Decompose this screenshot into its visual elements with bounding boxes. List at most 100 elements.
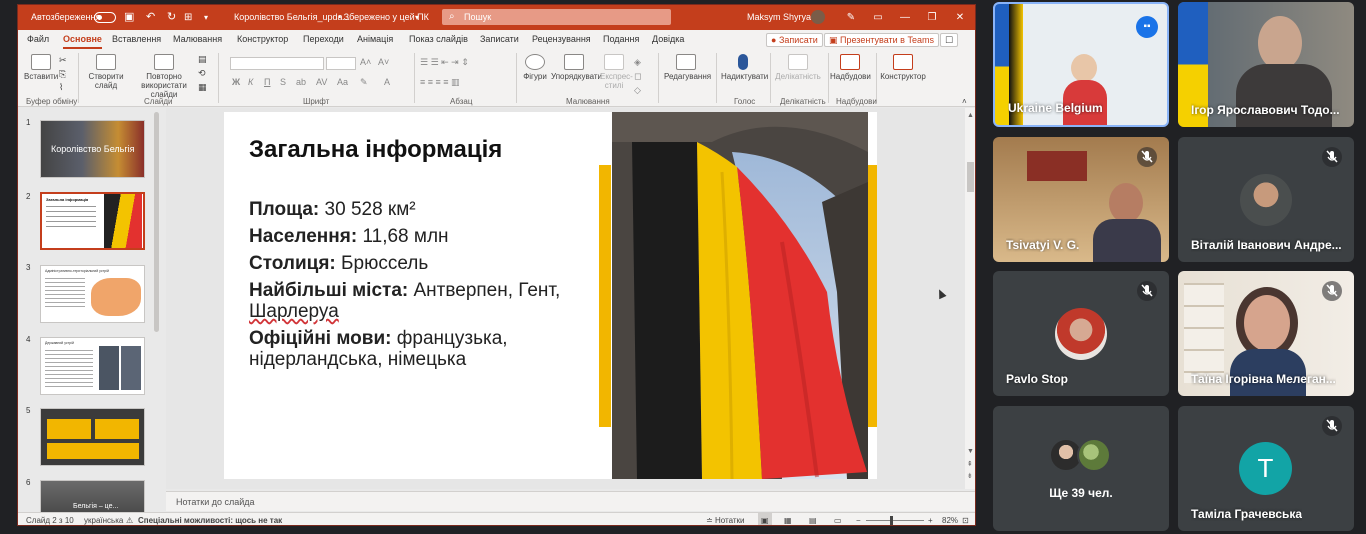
- present-in-teams-button[interactable]: ▣ Презентувати в Teams: [824, 33, 939, 47]
- slide-thumbnail-4[interactable]: Державний устрій: [40, 337, 145, 395]
- autosave-toggle[interactable]: [94, 12, 116, 23]
- tab-animations[interactable]: Анімація: [357, 30, 393, 49]
- addins-button[interactable]: Надбудови: [830, 54, 871, 81]
- scroll-down-icon[interactable]: ▼: [967, 448, 974, 455]
- participant-tile[interactable]: ▪▪ Ukraine Belgium: [993, 2, 1169, 127]
- zoom-out-icon[interactable]: −: [856, 513, 861, 525]
- font-name-select[interactable]: [230, 57, 324, 70]
- language-status[interactable]: українська: [84, 513, 123, 525]
- shape-fill-icon[interactable]: ◈: [634, 57, 641, 68]
- slide-thumbnail-5[interactable]: [40, 408, 145, 466]
- fit-slide-icon[interactable]: ⊡: [962, 513, 969, 525]
- strikethrough-icon[interactable]: S: [280, 77, 286, 87]
- participant-tile[interactable]: Pavlo Stop: [993, 271, 1169, 396]
- highlight-icon[interactable]: ✎: [360, 77, 368, 88]
- more-participants-tile[interactable]: Ще 39 чел.: [993, 406, 1169, 531]
- accessibility-status[interactable]: Спеціальні можливості: щось не так: [138, 513, 282, 525]
- zoom-slider-thumb[interactable]: [890, 516, 893, 525]
- scroll-up-icon[interactable]: ▲: [967, 112, 974, 119]
- scroll-thumb[interactable]: [967, 162, 974, 192]
- normal-view-icon[interactable]: ▣: [758, 513, 772, 525]
- decrease-font-icon[interactable]: A˅: [378, 57, 389, 67]
- spacing-icon[interactable]: AV: [316, 77, 327, 87]
- section-icon[interactable]: ▦: [198, 82, 207, 93]
- participant-tile[interactable]: Таїна Ігорівна Мелеган...: [1178, 271, 1354, 396]
- font-color-icon[interactable]: A: [384, 77, 390, 87]
- editing-button[interactable]: Редагування: [664, 54, 711, 81]
- thumbnail-scrollbar[interactable]: [154, 112, 159, 332]
- increase-font-icon[interactable]: A˄: [360, 57, 371, 67]
- slideshow-icon[interactable]: ▭: [834, 513, 842, 525]
- participant-tile[interactable]: Віталій Іванович Андре...: [1178, 137, 1354, 262]
- save-icon[interactable]: ▣: [124, 5, 134, 30]
- chevron-down-icon[interactable]: ▾: [415, 5, 419, 30]
- reuse-slides-button[interactable]: Повторно використати слайди: [130, 54, 198, 99]
- user-name[interactable]: Maksym Shyryaev: [747, 5, 821, 30]
- zoom-level[interactable]: 82%: [942, 513, 958, 525]
- tab-help[interactable]: Довідка: [652, 30, 684, 49]
- slide-sorter-icon[interactable]: ▦: [784, 513, 792, 525]
- next-slide-icon[interactable]: ⇟: [967, 472, 973, 480]
- participant-tile[interactable]: Ігор Ярославович Тодо...: [1178, 2, 1354, 127]
- shape-outline-icon[interactable]: ◻: [634, 71, 641, 82]
- notes-toggle[interactable]: ≐ Нотатки: [706, 513, 744, 525]
- format-painter-icon[interactable]: ⌇: [59, 82, 63, 93]
- tab-record[interactable]: Записати: [480, 30, 519, 49]
- paste-button[interactable]: Вставити: [24, 54, 58, 81]
- font-size-select[interactable]: [326, 57, 356, 70]
- maximize-icon[interactable]: ❐: [919, 5, 945, 30]
- tab-design[interactable]: Конструктор: [237, 30, 288, 49]
- document-title[interactable]: Королівство Бельгія_upda...: [234, 5, 350, 30]
- current-slide[interactable]: Загальна інформація Площа: 30 528 км² На…: [224, 112, 877, 479]
- collapse-ribbon-icon[interactable]: ˄: [962, 97, 967, 106]
- slide-thumbnail-1[interactable]: Королівство Бельгія: [40, 120, 145, 178]
- redo-icon[interactable]: ↻: [167, 5, 176, 30]
- close-icon[interactable]: ✕: [947, 5, 973, 30]
- shape-effects-icon[interactable]: ◇: [634, 85, 641, 96]
- search-box[interactable]: ⌕ Пошук: [442, 9, 671, 25]
- reset-icon[interactable]: ⟲: [198, 68, 206, 79]
- cut-icon[interactable]: ✂: [59, 55, 67, 66]
- reading-view-icon[interactable]: ▤: [809, 513, 817, 525]
- notes-pane[interactable]: Нотатки до слайда: [166, 491, 975, 511]
- participant-tile[interactable]: T Таміла Грачевська: [1178, 406, 1354, 531]
- dictate-button[interactable]: Надиктувати: [721, 54, 768, 81]
- italic-icon[interactable]: К: [248, 77, 253, 87]
- minimize-icon[interactable]: —: [892, 5, 918, 30]
- participant-tile[interactable]: Tsivatyi V. G.: [993, 137, 1169, 262]
- tab-draw[interactable]: Малювання: [173, 30, 222, 49]
- pen-icon[interactable]: ✎: [838, 5, 864, 30]
- tab-file[interactable]: Файл: [27, 30, 49, 49]
- present-icon[interactable]: ⊞: [184, 5, 192, 30]
- shapes-button[interactable]: Фігури: [520, 54, 550, 81]
- quick-styles-button[interactable]: Експрес-стилі: [600, 54, 633, 90]
- tab-review[interactable]: Рецензування: [532, 30, 591, 49]
- slide-thumbnail-2[interactable]: Загальна інформація: [40, 192, 145, 250]
- tab-transitions[interactable]: Переходи: [303, 30, 344, 49]
- tab-home[interactable]: Основне: [63, 30, 102, 49]
- accessibility-icon[interactable]: ⚠: [126, 513, 133, 525]
- arrange-button[interactable]: Упорядкувати: [551, 54, 602, 81]
- bullets-icon[interactable]: ☰ ☰ ⇤ ⇥ ⇕: [420, 57, 469, 68]
- zoom-in-icon[interactable]: +: [928, 513, 933, 525]
- tab-insert[interactable]: Вставлення: [112, 30, 161, 49]
- bold-icon[interactable]: Ж: [232, 77, 240, 87]
- underline-icon[interactable]: П: [264, 77, 270, 87]
- user-avatar[interactable]: [811, 10, 825, 24]
- designer-button[interactable]: Конструктор: [880, 54, 926, 81]
- sensitivity-button[interactable]: Делікатність: [774, 54, 822, 81]
- previous-slide-icon[interactable]: ⇞: [967, 460, 973, 468]
- tab-view[interactable]: Подання: [603, 30, 639, 49]
- record-button[interactable]: ● Записати: [766, 33, 823, 47]
- align-icon[interactable]: ≡ ≡ ≡ ≡ ▥: [420, 77, 460, 88]
- zoom-slider[interactable]: [866, 520, 924, 521]
- new-slide-button[interactable]: Створити слайд: [82, 54, 130, 90]
- copy-icon[interactable]: ⎘: [59, 69, 66, 80]
- undo-icon[interactable]: ↶: [146, 5, 155, 30]
- case-icon[interactable]: Aa: [337, 77, 348, 87]
- vertical-scrollbar[interactable]: ▲ ▼ ⇞ ⇟: [965, 108, 975, 489]
- tab-slideshow[interactable]: Показ слайдів: [409, 30, 468, 49]
- comments-button[interactable]: ☐: [940, 33, 959, 47]
- customize-qat-icon[interactable]: ▾: [204, 5, 208, 30]
- slide-thumbnail-3[interactable]: Адміністративно-територіальний устрій: [40, 265, 145, 323]
